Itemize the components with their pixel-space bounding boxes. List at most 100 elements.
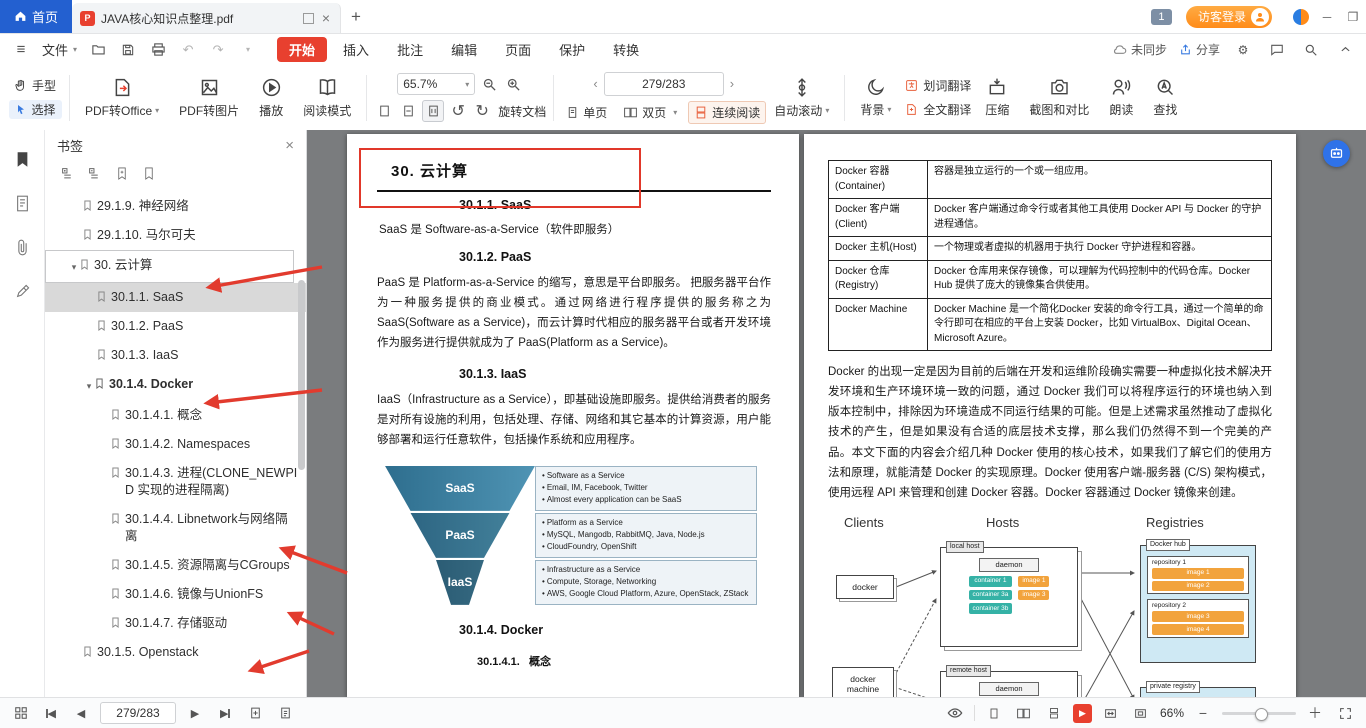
redo-icon[interactable]: ↷ [207,39,229,61]
snapshot-compare-button[interactable]: 截图和对比 [1021,73,1097,122]
fit-page-icon[interactable] [374,101,394,121]
fit-width-icon[interactable] [398,101,418,121]
floating-assistant-button[interactable] [1323,140,1350,167]
rotate-label[interactable]: 旋转文档 [498,103,546,120]
view-single-icon[interactable] [983,703,1005,723]
hand-tool-button[interactable]: 手型 [8,76,62,95]
next-page-icon[interactable]: › [726,76,738,91]
sync-status[interactable]: 未同步 [1112,41,1167,58]
bookmark-item[interactable]: 30.1.4.1. 概念 [45,401,306,430]
comment-icon[interactable] [1266,39,1288,61]
undo-icon[interactable]: ↶ [177,39,199,61]
select-tool-button[interactable]: 选择 [8,100,62,119]
history-caret-icon[interactable]: ▾ [237,39,259,61]
tab-start[interactable]: 开始 [277,37,328,62]
bookmark-item[interactable]: 30.1.4.5. 资源隔离与CGroups [45,551,306,580]
tab-annotate[interactable]: 批注 [385,37,435,62]
pin-icon[interactable] [302,12,314,24]
file-menu[interactable]: 文件 ▾ [40,40,79,59]
zoom-out-icon[interactable] [479,74,499,94]
word-translate-button[interactable]: 划词翻译 [899,76,977,95]
twisty-icon[interactable]: ▾ [83,378,95,395]
bookmark-item[interactable]: 29.1.10. 马尔可夫 [45,221,306,250]
tab-protect[interactable]: 保护 [547,37,597,62]
add-bookmark-icon[interactable] [113,165,130,182]
new-page-icon[interactable] [274,703,296,723]
bookmark-item[interactable]: 30.1.4.6. 镜像与UnionFS [45,580,306,609]
bookmark-item[interactable]: 30.1.3. IaaS [45,341,306,370]
expand-all-icon[interactable] [59,165,76,182]
hamburger-menu-icon[interactable]: ≡ [10,39,32,61]
bookmark-item[interactable]: 30.1.5. Openstack [45,638,306,667]
bookmark-item[interactable]: 30.1.4.7. 存储驱动 [45,609,306,638]
bookmark-item[interactable]: 29.1.9. 神经网络 [45,192,306,221]
insert-page-icon[interactable] [244,703,266,723]
prev-page-button[interactable]: ◀ [70,703,92,723]
save-icon[interactable] [117,39,139,61]
pdf-page-right[interactable]: Docker 容器(Container) 容器是独立运行的一个或一组应用。 Doc… [804,134,1296,698]
fit-page-button[interactable] [1130,703,1152,723]
document-area[interactable]: 30. 云计算 30.1.1. SaaS SaaS 是 Software-as-… [307,130,1366,698]
prev-page-icon[interactable]: ‹ [589,76,601,91]
tab-convert[interactable]: 转换 [601,37,651,62]
tab-close-icon[interactable]: × [320,10,332,26]
read-aloud-button[interactable]: 朗读 [1101,73,1141,122]
bookmarks-panel-icon[interactable] [11,148,33,170]
double-page-view-button[interactable]: 双页 ▾ [618,102,682,123]
view-continuous-icon[interactable] [1043,703,1065,723]
fit-width-button[interactable] [1100,703,1122,723]
read-mode-button[interactable]: 阅读模式 [295,73,359,123]
bookmark-item-cloud-computing[interactable]: ▾ 30. 云计算 [45,250,294,283]
zoom-select[interactable]: 65.7% ▾ [397,73,476,95]
eye-icon[interactable] [944,703,966,723]
zoom-in-button[interactable]: ＋ [1304,703,1326,723]
auto-scroll-button[interactable]: 自动滚动 ▾ [766,73,837,123]
minimize-button[interactable]: ─ [1314,5,1340,29]
fullscreen-icon[interactable] [1334,703,1356,723]
first-page-button[interactable]: ◀ [40,703,62,723]
new-tab-button[interactable]: + [341,0,371,33]
play-slideshow-button[interactable]: 播放 [251,73,291,123]
bookmark-item[interactable]: 30.1.2. PaaS [45,312,306,341]
zoom-level-label[interactable]: 66% [1160,706,1184,720]
tab-edit[interactable]: 编辑 [439,37,489,62]
search-icon[interactable] [1300,39,1322,61]
share-button[interactable]: 分享 [1179,41,1220,58]
rotate-right-icon[interactable]: ↻ [472,101,492,121]
annotations-panel-icon[interactable] [11,280,33,302]
tab-page[interactable]: 页面 [493,37,543,62]
settings-gear-icon[interactable]: ⚙ [1232,39,1254,61]
zoom-slider[interactable] [1222,707,1296,721]
continuous-read-button[interactable]: 连续阅读 [688,100,767,124]
thumbnails-panel-icon[interactable] [11,192,33,214]
actual-size-icon[interactable] [422,100,445,122]
panel-scrollbar[interactable] [298,280,305,470]
single-page-view-button[interactable]: 单页 [561,102,612,123]
open-file-icon[interactable] [87,39,109,61]
restore-button[interactable]: ❐ [1340,5,1366,29]
zoom-out-button[interactable]: − [1192,703,1214,723]
print-icon[interactable] [147,39,169,61]
login-button[interactable]: 访客登录 [1185,5,1272,28]
page-number-input[interactable]: 279/283 [603,71,724,96]
last-page-button[interactable]: ▶ [214,703,236,723]
bookmark-item[interactable]: 30.1.4.2. Namespaces [45,430,306,459]
close-panel-icon[interactable]: × [285,137,294,154]
rotate-left-icon[interactable]: ↺ [448,101,468,121]
bookmark-item-saas[interactable]: 30.1.1. SaaS [45,283,306,312]
twisty-icon[interactable]: ▾ [68,259,80,276]
attachments-panel-icon[interactable] [11,236,33,258]
bookmark-item[interactable]: 30.1.4.4. Libnetwork与网络隔离 [45,505,306,551]
pdf-page-left[interactable]: 30. 云计算 30.1.1. SaaS SaaS 是 Software-as-… [347,134,799,698]
pdf-to-office-button[interactable]: PDF转Office ▾ [77,73,167,123]
full-translate-button[interactable]: 全文翻译 [899,100,977,119]
presentation-play-button[interactable]: ▶ [1072,703,1092,723]
promo-icon[interactable] [1288,5,1314,29]
collapse-ribbon-icon[interactable] [1334,39,1356,61]
bookmark-item[interactable]: 30.1.4.3. 进程(CLONE_NEWPID 实现的进程隔离) [45,459,306,505]
view-double-icon[interactable] [1013,703,1035,723]
find-button[interactable]: 查找 [1145,73,1185,122]
zoom-slider-knob[interactable] [1254,707,1268,721]
zoom-in-icon[interactable] [503,74,523,94]
bookmark-item-docker[interactable]: ▾ 30.1.4. Docker [45,370,306,401]
